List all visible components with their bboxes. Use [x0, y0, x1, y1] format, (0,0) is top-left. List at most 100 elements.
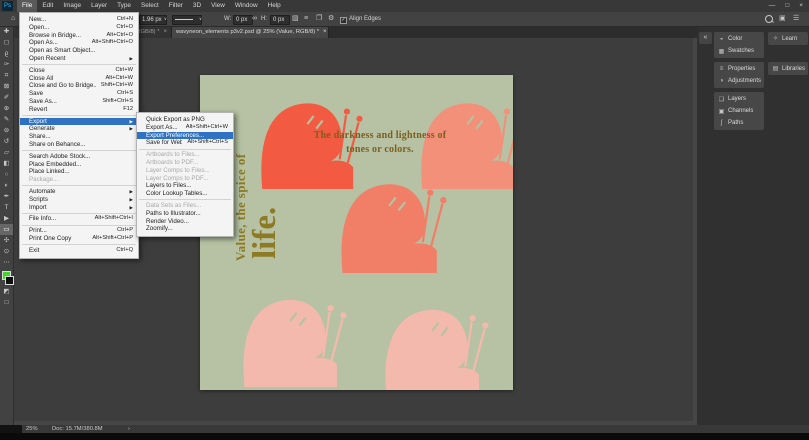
menu-item-new[interactable]: New...Ctrl+N — [20, 16, 138, 24]
eyedropper-tool[interactable]: ✐ — [0, 92, 13, 103]
menu-filter[interactable]: Filter — [164, 0, 188, 12]
quick-selection-tool[interactable]: ✑ — [0, 59, 13, 70]
stroke-width-field[interactable]: 1.96 px — [139, 15, 167, 25]
home-icon[interactable]: ⌂ — [11, 12, 15, 26]
healing-brush-tool[interactable]: ⊕ — [0, 103, 13, 114]
path-operations-icon[interactable]: ▨ — [292, 12, 299, 26]
minimize-icon[interactable]: — — [769, 0, 776, 12]
stroke-style-field[interactable] — [172, 15, 202, 25]
width-field[interactable]: 0 px — [233, 15, 253, 25]
menu-select[interactable]: Select — [136, 0, 164, 12]
menu-item-layers-to-files[interactable]: Layers to Files... — [137, 182, 233, 190]
clone-stamp-tool[interactable]: ⊚ — [0, 125, 13, 136]
menu-item-open[interactable]: Open...Ctrl+O — [20, 24, 138, 32]
panel-tab-paths[interactable]: ʃ Paths — [714, 117, 764, 129]
menu-item-close-all[interactable]: Close AllAlt+Ctrl+W — [20, 75, 138, 83]
menu-item-search-adobe-stock[interactable]: Search Adobe Stock... — [20, 153, 138, 161]
eraser-tool[interactable]: ▱ — [0, 147, 13, 158]
menu-item-paths-to-illustrator[interactable]: Paths to Illustrator... — [137, 210, 233, 218]
path-arrangement-icon[interactable]: ❐ — [316, 12, 322, 26]
gradient-tool[interactable]: ◧ — [0, 158, 13, 169]
menu-image[interactable]: Image — [58, 0, 86, 12]
dodge-tool[interactable]: ◐ — [0, 180, 13, 191]
workspace-icon[interactable]: ▣ — [779, 12, 786, 26]
panel-tab-libraries[interactable]: ▤ Libraries — [768, 62, 808, 75]
menu-layer[interactable]: Layer — [86, 0, 112, 12]
stroke-width-caret-icon[interactable]: ∨ — [164, 12, 167, 26]
stroke-style-caret-icon[interactable]: ∨ — [199, 12, 202, 26]
menu-item-open-as[interactable]: Open As...Alt+Shift+Ctrl+O — [20, 39, 138, 47]
panel-tab-properties[interactable]: ≡ Properties — [714, 63, 764, 75]
menu-item-export[interactable]: Export▶ — [20, 118, 138, 126]
type-tool[interactable]: T — [0, 202, 13, 213]
menu-item-zoomify[interactable]: Zoomify... — [137, 225, 233, 233]
menu-help[interactable]: Help — [263, 0, 286, 12]
marquee-tool[interactable]: ◻ — [0, 37, 13, 48]
path-alignment-icon[interactable]: ≡ — [304, 12, 308, 26]
rectangle-tool[interactable]: ▭ — [0, 224, 13, 235]
search-icon[interactable] — [765, 15, 773, 23]
history-brush-tool[interactable]: ↺ — [0, 136, 13, 147]
maximize-icon[interactable]: □ — [785, 0, 789, 12]
menu-item-save[interactable]: SaveCtrl+S — [20, 90, 138, 98]
menu-item-print-one-copy[interactable]: Print One CopyAlt+Shift+Ctrl+P — [20, 235, 138, 243]
menu-item-automate[interactable]: Automate▶ — [20, 188, 138, 196]
panel-tab-layers[interactable]: ❏ Layers — [714, 93, 764, 105]
menu-item-save-as[interactable]: Save As...Shift+Ctrl+S — [20, 98, 138, 106]
menu-type[interactable]: Type — [112, 0, 136, 12]
hand-tool[interactable]: ✣ — [0, 235, 13, 246]
panel-tab-color[interactable]: ◒ Color — [714, 33, 764, 45]
menu-item-open-recent[interactable]: Open Recent▶ — [20, 55, 138, 63]
menu-item-render-video[interactable]: Render Video... — [137, 218, 233, 226]
menu-item-file-info[interactable]: File Info...Alt+Shift+Ctrl+I — [20, 215, 138, 223]
close-tab-icon[interactable]: × — [323, 29, 327, 35]
quick-mask-icon[interactable]: ◩ — [0, 286, 13, 297]
link-dimensions-icon[interactable]: ∞ — [252, 12, 257, 26]
crop-tool[interactable]: ⌗ — [0, 70, 13, 81]
pen-tool[interactable]: ✒ — [0, 191, 13, 202]
panel-tab-channels[interactable]: ▣ Channels — [714, 105, 764, 117]
path-selection-tool[interactable]: ▶ — [0, 213, 13, 224]
menu-item-exit[interactable]: ExitCtrl+Q — [20, 247, 138, 255]
status-arrow-icon[interactable]: › — [128, 425, 130, 433]
menu-item-revert[interactable]: RevertF12 — [20, 106, 138, 114]
zoom-level[interactable]: 25% — [26, 425, 38, 433]
move-tool[interactable]: ✚ — [0, 26, 13, 37]
align-edges-checkbox[interactable]: ✓ — [340, 17, 347, 24]
menu-item-quick-export-as-png[interactable]: Quick Export as PNG — [137, 116, 233, 124]
close-icon[interactable]: × — [799, 0, 803, 12]
menu-item-import[interactable]: Import▶ — [20, 204, 138, 212]
panel-tab-adjustments[interactable]: ◑ Adjustments — [714, 75, 764, 87]
menu-item-generate[interactable]: Generate▶ — [20, 125, 138, 133]
panel-menu-icon[interactable]: ☰ — [793, 12, 799, 26]
close-tab-icon[interactable]: × — [163, 29, 167, 35]
menu-item-close-and-go-to-bridge[interactable]: Close and Go to Bridge...Shift+Ctrl+W — [20, 82, 138, 90]
menu-item-save-for-web-legacy[interactable]: Save for Web (Legacy)...Alt+Shift+Ctrl+S — [137, 139, 233, 147]
screen-mode-icon[interactable]: □ — [0, 297, 13, 308]
menu-edit[interactable]: Edit — [37, 0, 58, 12]
menu-window[interactable]: Window — [230, 0, 263, 12]
menu-item-share-on-behance[interactable]: Share on Behance... — [20, 141, 138, 149]
menu-item-open-as-smart-object[interactable]: Open as Smart Object... — [20, 47, 138, 55]
menu-item-export-as[interactable]: Export As...Alt+Shift+Ctrl+W — [137, 124, 233, 132]
document-tab-active[interactable]: wavyneon_elements p3v2.psd @ 25% (Value,… — [172, 26, 329, 38]
menu-item-share[interactable]: Share... — [20, 133, 138, 141]
frame-tool[interactable]: ⊠ — [0, 81, 13, 92]
menu-item-print[interactable]: Print...Ctrl+P — [20, 227, 138, 235]
gear-icon[interactable]: ⚙ — [328, 12, 334, 26]
more-tools-icon[interactable]: ⋯ — [0, 257, 13, 268]
menu-item-place-linked[interactable]: Place Linked... — [20, 168, 138, 176]
menu-3d[interactable]: 3D — [188, 0, 206, 12]
menu-file[interactable]: File — [17, 0, 37, 12]
collapse-panels-icon[interactable]: « — [699, 32, 712, 44]
menu-item-browse-in-bridge[interactable]: Browse in Bridge...Alt+Ctrl+O — [20, 32, 138, 40]
zoom-tool[interactable]: ⊙ — [0, 246, 13, 257]
height-field[interactable]: 0 px — [270, 15, 290, 25]
menu-view[interactable]: View — [206, 0, 230, 12]
menu-item-scripts[interactable]: Scripts▶ — [20, 196, 138, 204]
menu-item-color-lookup-tables[interactable]: Color Lookup Tables... — [137, 190, 233, 198]
menu-item-place-embedded[interactable]: Place Embedded... — [20, 161, 138, 169]
canvas[interactable]: The darkness and lightness of tones or c… — [200, 75, 513, 390]
brush-tool[interactable]: ✎ — [0, 114, 13, 125]
lasso-tool[interactable]: ϱ — [0, 48, 13, 59]
